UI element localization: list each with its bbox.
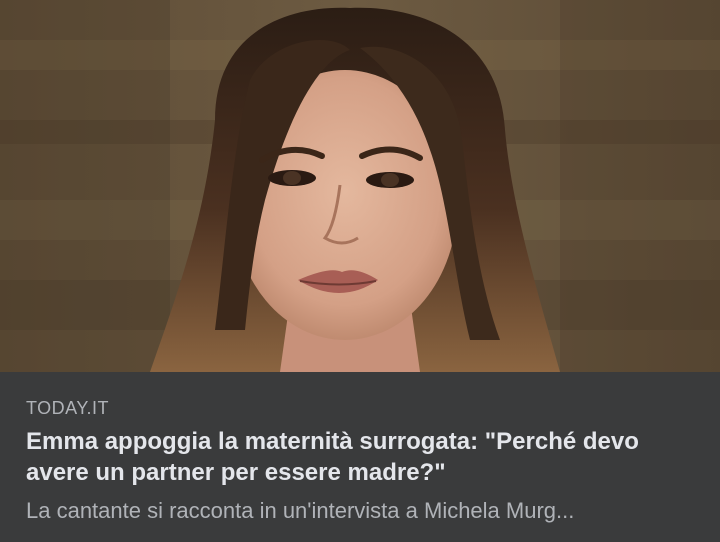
article-headline[interactable]: Emma appoggia la maternità surrogata: "P… bbox=[26, 426, 706, 488]
link-caption[interactable]: TODAY.IT Emma appoggia la maternità surr… bbox=[0, 372, 720, 542]
source-domain: TODAY.IT bbox=[26, 398, 110, 418]
article-photo[interactable] bbox=[0, 0, 720, 372]
article-description: La cantante si racconta in un'intervista… bbox=[26, 498, 575, 523]
portrait-image bbox=[0, 0, 720, 372]
link-preview-card[interactable]: TODAY.IT Emma appoggia la maternità surr… bbox=[0, 0, 720, 542]
